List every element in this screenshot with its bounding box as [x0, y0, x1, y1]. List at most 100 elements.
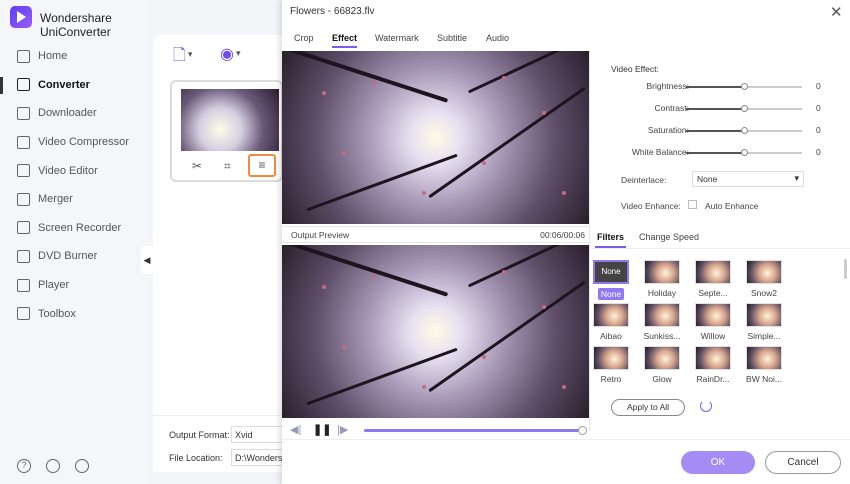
grid-icon [17, 307, 30, 321]
contrast-value: 0 [816, 103, 821, 113]
add-dvd-button[interactable]: ◉ ▾ [220, 44, 241, 64]
seek-handle[interactable] [578, 426, 587, 435]
brightness-slider[interactable] [686, 83, 802, 90]
contrast-handle[interactable] [740, 105, 748, 112]
filter-snow2[interactable]: Snow2 [744, 260, 784, 299]
download-icon [17, 106, 30, 120]
sidebar-item-player[interactable]: Player [0, 271, 150, 300]
filter-simple[interactable]: Simple... [744, 303, 784, 342]
white-balance-handle[interactable] [740, 149, 748, 156]
effect-settings-pane: Video Effect: Brightness: 0 Contrast: 0 … [589, 51, 850, 431]
filter-willow[interactable]: Willow [693, 303, 733, 342]
tab-watermark[interactable]: Watermark [375, 33, 419, 43]
filter-sunkissed[interactable]: Sunkiss... [642, 303, 682, 342]
sidebar-bottom-icons: ? [17, 459, 89, 473]
saturation-row: Saturation: 0 [590, 123, 850, 139]
sidebar-item-label: DVD Burner [38, 250, 98, 263]
brightness-value: 0 [816, 81, 821, 91]
close-icon[interactable]: ✕ [830, 3, 843, 21]
deinterlace-select[interactable]: None [692, 171, 804, 187]
saturation-handle[interactable] [740, 127, 748, 134]
white-balance-slider[interactable] [686, 149, 802, 156]
filter-september[interactable]: Septe... [693, 260, 733, 299]
tab-effect[interactable]: Effect [332, 33, 358, 48]
filter-holiday[interactable]: Holiday [642, 260, 682, 299]
brightness-row: Brightness: 0 [590, 79, 850, 95]
apply-to-all-button[interactable]: Apply to All [611, 399, 685, 416]
sidebar-item-converter[interactable]: Converter [0, 71, 150, 100]
filter-retro[interactable]: Retro [591, 346, 631, 385]
original-preview [282, 51, 589, 224]
filter-label: Simple... [747, 331, 781, 341]
filter-scrollbar[interactable] [844, 259, 847, 279]
sidebar-nav: Home Converter Downloader Video Compress… [0, 42, 150, 328]
seek-bar[interactable] [364, 426, 587, 435]
collapse-sidebar-button[interactable]: ◀ [141, 246, 153, 274]
filter-aibao[interactable]: Aibao [591, 303, 631, 342]
record-icon [17, 221, 30, 235]
effects-icon[interactable]: ≡ [248, 154, 276, 177]
effect-dialog: Flowers - 66823.flv ✕ Crop Effect Waterm… [282, 0, 850, 484]
dialog-title: Flowers - 66823.flv [290, 6, 375, 17]
filter-none[interactable]: None None [591, 260, 631, 300]
saturation-slider[interactable] [686, 127, 802, 134]
sidebar-item-label: Converter [38, 78, 90, 91]
tab-filters[interactable]: Filters [594, 232, 627, 248]
app-title: Wondershare UniConverter [40, 11, 112, 39]
chevron-down-icon: ▾ [187, 49, 193, 59]
sidebar-item-dvd-burner[interactable]: DVD Burner [0, 242, 150, 271]
bell-icon[interactable] [46, 459, 60, 473]
filter-glow[interactable]: Glow [642, 346, 682, 385]
sidebar-item-toolbox[interactable]: Toolbox [0, 299, 150, 328]
filter-label: BW Noi... [746, 374, 782, 384]
sidebar-item-label: Screen Recorder [38, 221, 122, 234]
output-settings: Output Format: Xvid File Location: D:\Wo… [153, 415, 283, 472]
brightness-handle[interactable] [740, 83, 748, 90]
filter-raindrop[interactable]: RainDr... [693, 346, 733, 385]
merge-icon [17, 192, 30, 206]
output-preview [282, 245, 589, 418]
output-preview-bar: Output Preview 00:06/00:06 [282, 226, 589, 243]
video-enhance-label: Video Enhance: [621, 201, 681, 211]
sidebar-item-screen-recorder[interactable]: Screen Recorder [0, 214, 150, 243]
next-frame-icon[interactable]: |▶ [337, 423, 348, 436]
previous-frame-icon[interactable]: ◀| [290, 423, 301, 436]
sidebar-item-label: Video Compressor [38, 136, 129, 149]
compress-icon [17, 135, 30, 149]
output-format-label: Output Format: [169, 430, 230, 440]
auto-enhance-checkbox[interactable] [688, 200, 697, 209]
trim-icon[interactable]: ✂ [192, 159, 202, 173]
crop-icon[interactable]: ⌗ [224, 159, 231, 174]
video-card[interactable]: ✂ ⌗ ≡ [170, 80, 283, 182]
sidebar-item-label: Home [38, 50, 68, 63]
tab-audio[interactable]: Audio [486, 33, 509, 43]
tab-subtitle[interactable]: Subtitle [437, 33, 467, 43]
effect-subtabs: Filters Change Speed [590, 227, 850, 249]
filter-thumbnail: None [593, 260, 629, 284]
sidebar-item-merger[interactable]: Merger [0, 185, 150, 214]
tab-crop[interactable]: Crop [294, 33, 314, 43]
sidebar-item-downloader[interactable]: Downloader [0, 99, 150, 128]
file-location-field[interactable]: D:\Wonders [231, 449, 283, 466]
filter-label: Glow [652, 374, 672, 384]
reset-icon[interactable] [700, 400, 712, 412]
tab-change-speed[interactable]: Change Speed [639, 232, 699, 242]
filter-bw-noise[interactable]: BW Noi... [744, 346, 784, 385]
add-file-button[interactable]: 🗋 ▾ [173, 44, 192, 71]
filter-grid: None None Holiday Septe... Snow2 Aibao Su… [590, 257, 838, 385]
ok-button[interactable]: OK [681, 451, 755, 474]
pause-icon[interactable]: ❚❚ [313, 423, 331, 436]
contrast-slider[interactable] [686, 105, 802, 112]
sidebar-item-video-editor[interactable]: Video Editor [0, 156, 150, 185]
white-balance-row: White Balance: 0 [590, 145, 850, 161]
filter-label: Aibao [600, 331, 622, 341]
output-format-select[interactable]: Xvid [231, 426, 283, 443]
file-location-label: File Location: [169, 453, 223, 463]
feedback-icon[interactable] [75, 459, 89, 473]
add-dvd-icon: ◉ [220, 46, 234, 63]
sidebar-item-video-compressor[interactable]: Video Compressor [0, 128, 150, 157]
help-icon[interactable]: ? [17, 459, 31, 473]
app-logo-icon [10, 6, 32, 28]
sidebar-item-home[interactable]: Home [0, 42, 150, 71]
cancel-button[interactable]: Cancel [765, 451, 841, 474]
